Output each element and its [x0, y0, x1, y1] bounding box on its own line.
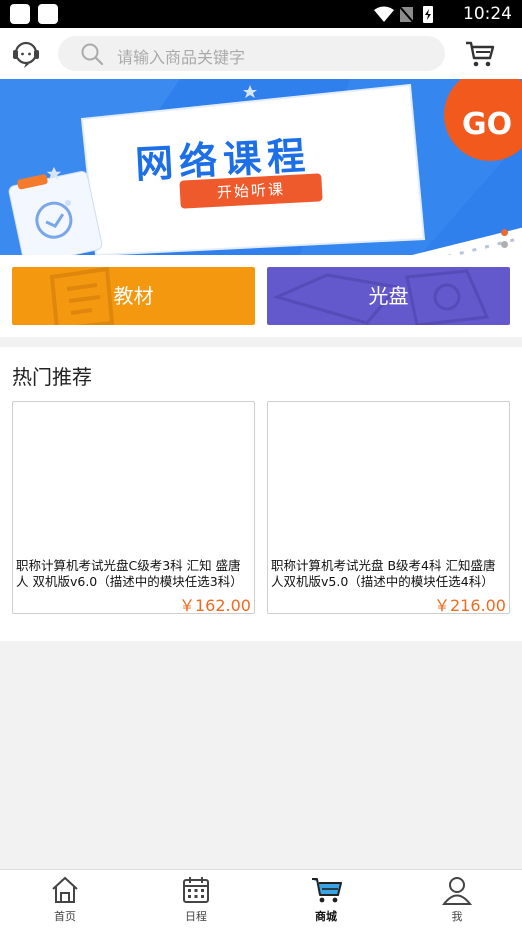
user-icon	[442, 877, 472, 905]
banner-carousel[interactable]: 网络课程 开始听课 GO	[0, 79, 522, 255]
tab-me[interactable]: 我	[392, 870, 522, 928]
category-bar: 教材 光盘	[0, 255, 522, 337]
category-disc-button[interactable]: 光盘	[267, 267, 510, 325]
customer-service-icon[interactable]	[10, 36, 42, 70]
cart-icon	[312, 878, 342, 903]
product-card[interactable]: 职称计算机考试光盘 B级考4科 汇知盛唐人双机版v5.0（描述中的模块任选4科）…	[267, 401, 510, 615]
status-bar: 10:24	[0, 0, 522, 28]
category-textbook-button[interactable]: 教材	[12, 267, 255, 325]
cart-icon[interactable]	[464, 38, 496, 70]
home-icon	[52, 876, 78, 903]
search-input[interactable]: 请输入商品关键字	[58, 36, 445, 71]
product-image	[13, 402, 254, 552]
product-image	[268, 402, 509, 552]
carousel-indicator	[501, 224, 508, 248]
category-label: 教材	[113, 284, 154, 308]
calendar-icon	[183, 877, 209, 903]
search-placeholder: 请输入商品关键字	[117, 48, 246, 67]
product-price: ￥162.00	[179, 596, 251, 615]
tab-label: 日程	[185, 910, 207, 923]
tab-mall[interactable]: 商城	[261, 870, 391, 928]
bottom-tab-bar: 首页 日程 商城 我	[0, 869, 522, 928]
product-name: 职称计算机考试光盘 B级考4科 汇知盛唐人双机版v5.0（描述中的模块任选4科）	[271, 558, 496, 589]
status-icons	[374, 6, 433, 23]
tab-home[interactable]: 首页	[0, 870, 130, 928]
section-title: 热门推荐	[12, 365, 92, 389]
carousel-dot	[501, 241, 508, 248]
search-icon	[81, 43, 104, 66]
notification-icon	[10, 4, 30, 24]
header: 请输入商品关键字	[0, 28, 522, 79]
category-label: 光盘	[368, 284, 409, 308]
product-price: ￥216.00	[434, 596, 506, 615]
tab-schedule[interactable]: 日程	[131, 870, 261, 928]
hot-recommend-section: 热门推荐 职称计算机考试光盘C级考3科 汇知 盛唐人 双机版v6.0（描述中的模…	[0, 347, 522, 641]
tab-label: 首页	[54, 910, 76, 923]
product-card[interactable]: 职称计算机考试光盘C级考3科 汇知 盛唐人 双机版v6.0（描述中的模块任选3科…	[12, 401, 255, 615]
clock: 10:24	[463, 4, 512, 24]
product-name: 职称计算机考试光盘C级考3科 汇知 盛唐人 双机版v6.0（描述中的模块任选3科…	[16, 558, 243, 589]
tab-label: 商城	[315, 910, 337, 923]
notification-icon	[38, 4, 58, 24]
tab-label: 我	[451, 910, 463, 923]
carousel-dot	[501, 229, 508, 236]
